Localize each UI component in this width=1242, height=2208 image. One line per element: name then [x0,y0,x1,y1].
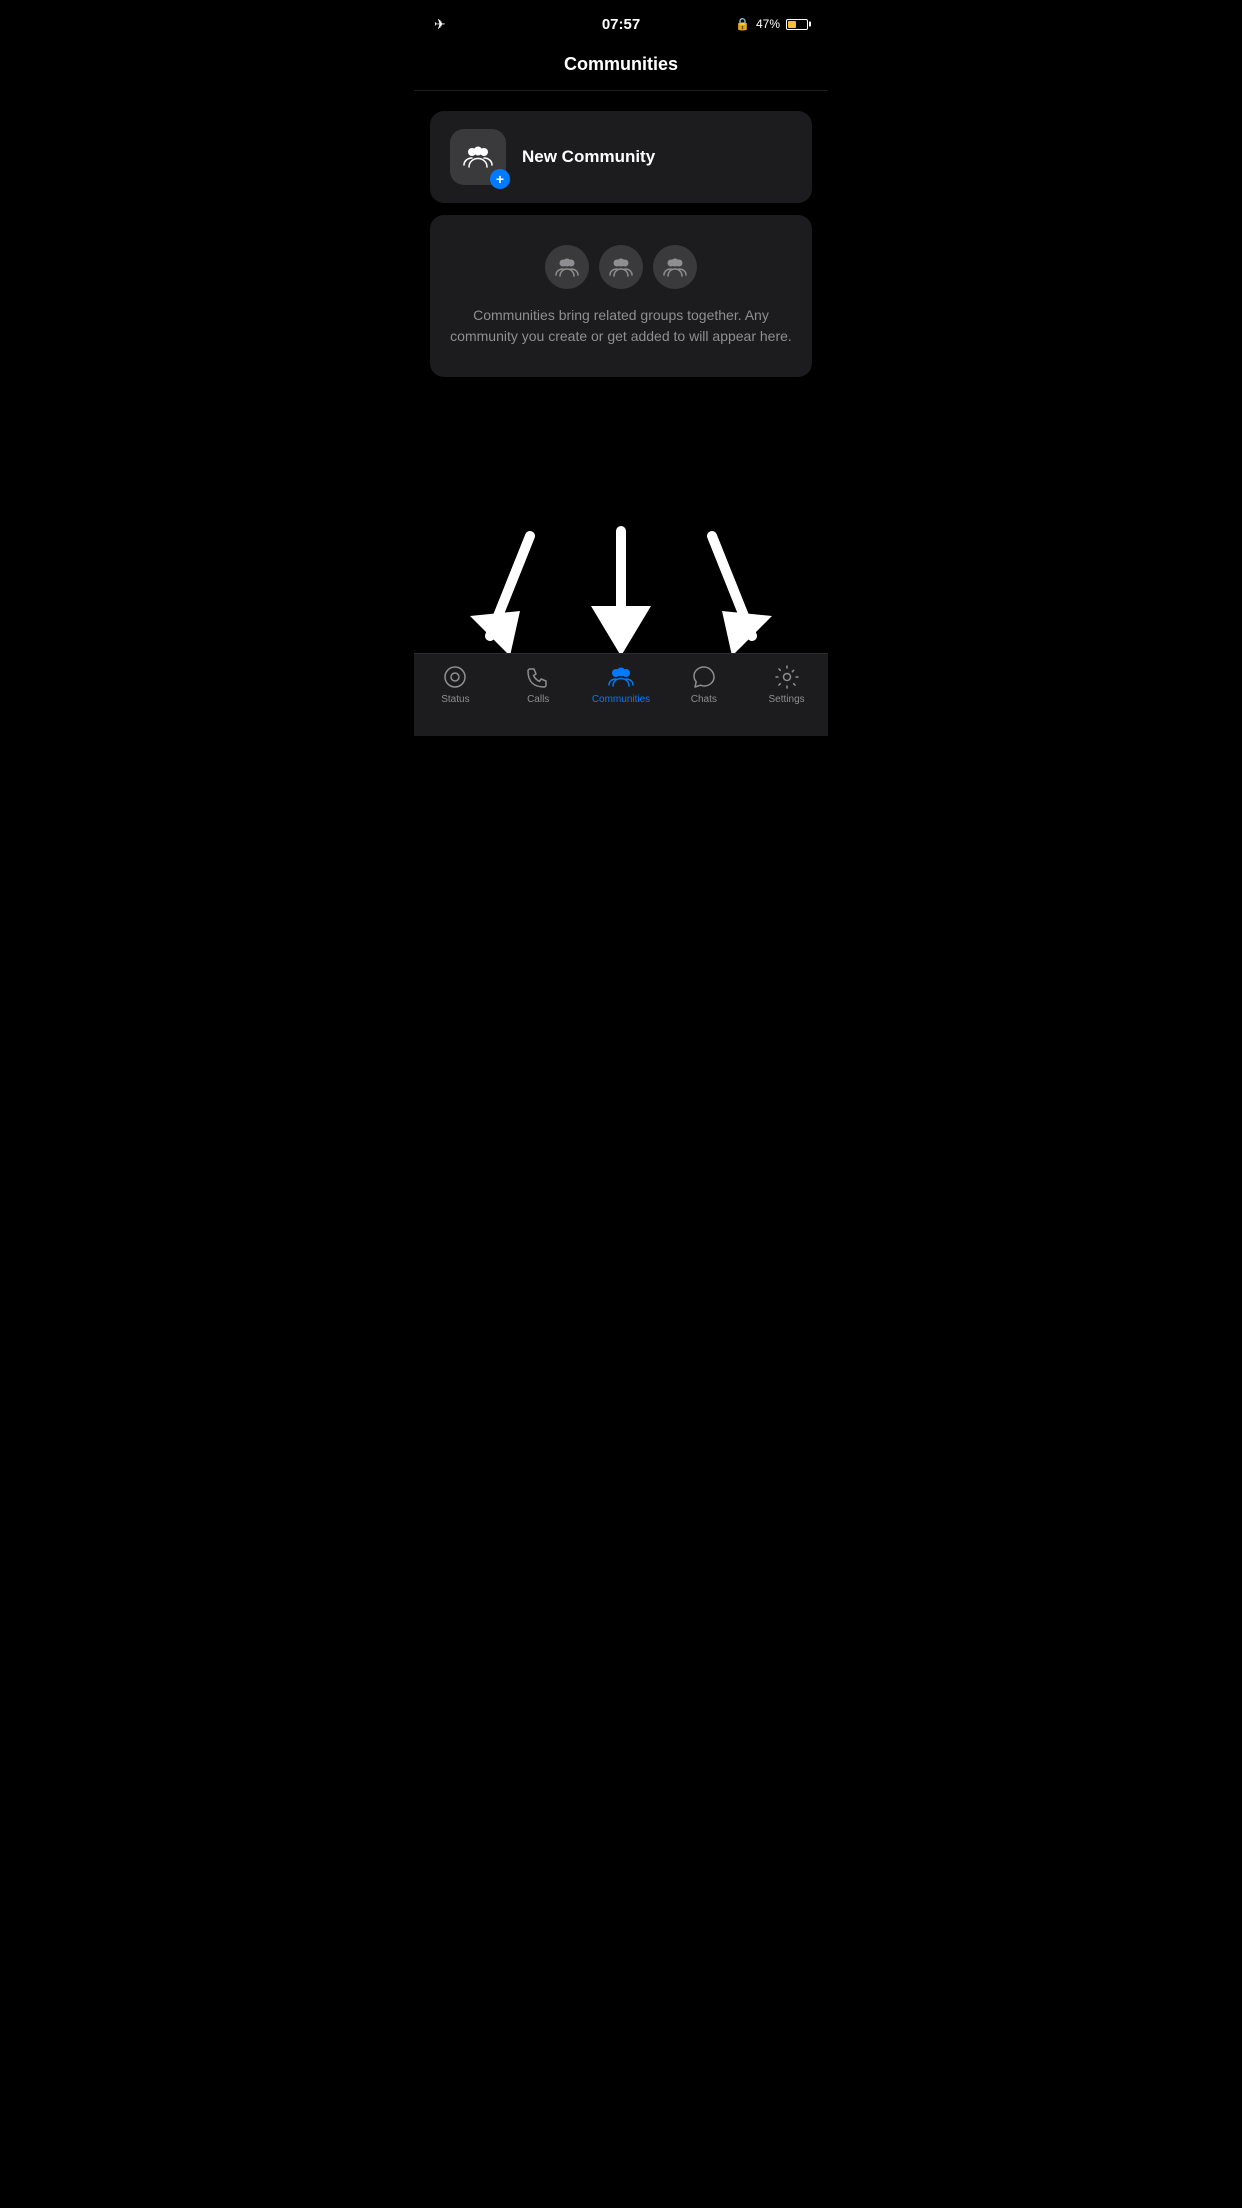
info-card: Communities bring related groups togethe… [430,215,812,377]
main-content: + New Community [414,91,828,397]
arrow-left [470,526,550,656]
settings-icon [774,664,800,690]
new-community-icon-wrap: + [450,129,506,185]
tab-item-settings[interactable]: Settings [745,664,828,705]
community-group-icon [462,141,494,173]
group-people-icon-3 [662,254,688,280]
tab-label-calls: Calls [527,694,549,705]
status-bar: ✈ 07:57 🔒 47% [414,0,828,44]
info-description: Communities bring related groups togethe… [450,305,792,347]
status-time: 07:57 [602,16,640,33]
page-title: Communities [564,54,678,74]
status-right: 🔒 47% [735,17,808,31]
group-icon-2 [599,245,643,289]
group-icon-1 [545,245,589,289]
battery-fill [788,21,796,28]
battery-percent: 47% [756,17,780,31]
tab-label-status: Status [441,694,469,705]
airplane-icon: ✈ [434,16,446,33]
tab-item-status[interactable]: Status [414,664,497,705]
group-people-icon-1 [554,254,580,280]
arrows-container [414,476,828,656]
new-community-card[interactable]: + New Community [430,111,812,203]
status-left: ✈ [434,16,446,33]
battery-icon [786,19,808,30]
tab-bar: Status Calls Communities [414,653,828,736]
arrow-center [581,526,661,656]
tab-item-communities[interactable]: Communities [580,664,663,705]
chats-icon [691,664,717,690]
page-header: Communities [414,44,828,91]
plus-badge: + [490,169,510,189]
arrow-right [692,526,772,656]
tab-item-calls[interactable]: Calls [497,664,580,705]
tab-item-chats[interactable]: Chats [662,664,745,705]
status-icon [442,664,468,690]
tab-label-settings: Settings [769,694,805,705]
tab-label-chats: Chats [691,694,717,705]
group-icons-row [545,245,697,289]
group-icon-3 [653,245,697,289]
new-community-label: New Community [522,147,655,167]
calls-icon [525,664,551,690]
group-people-icon-2 [608,254,634,280]
tab-label-communities: Communities [592,694,650,705]
lock-icon: 🔒 [735,17,750,31]
communities-icon [608,664,634,690]
